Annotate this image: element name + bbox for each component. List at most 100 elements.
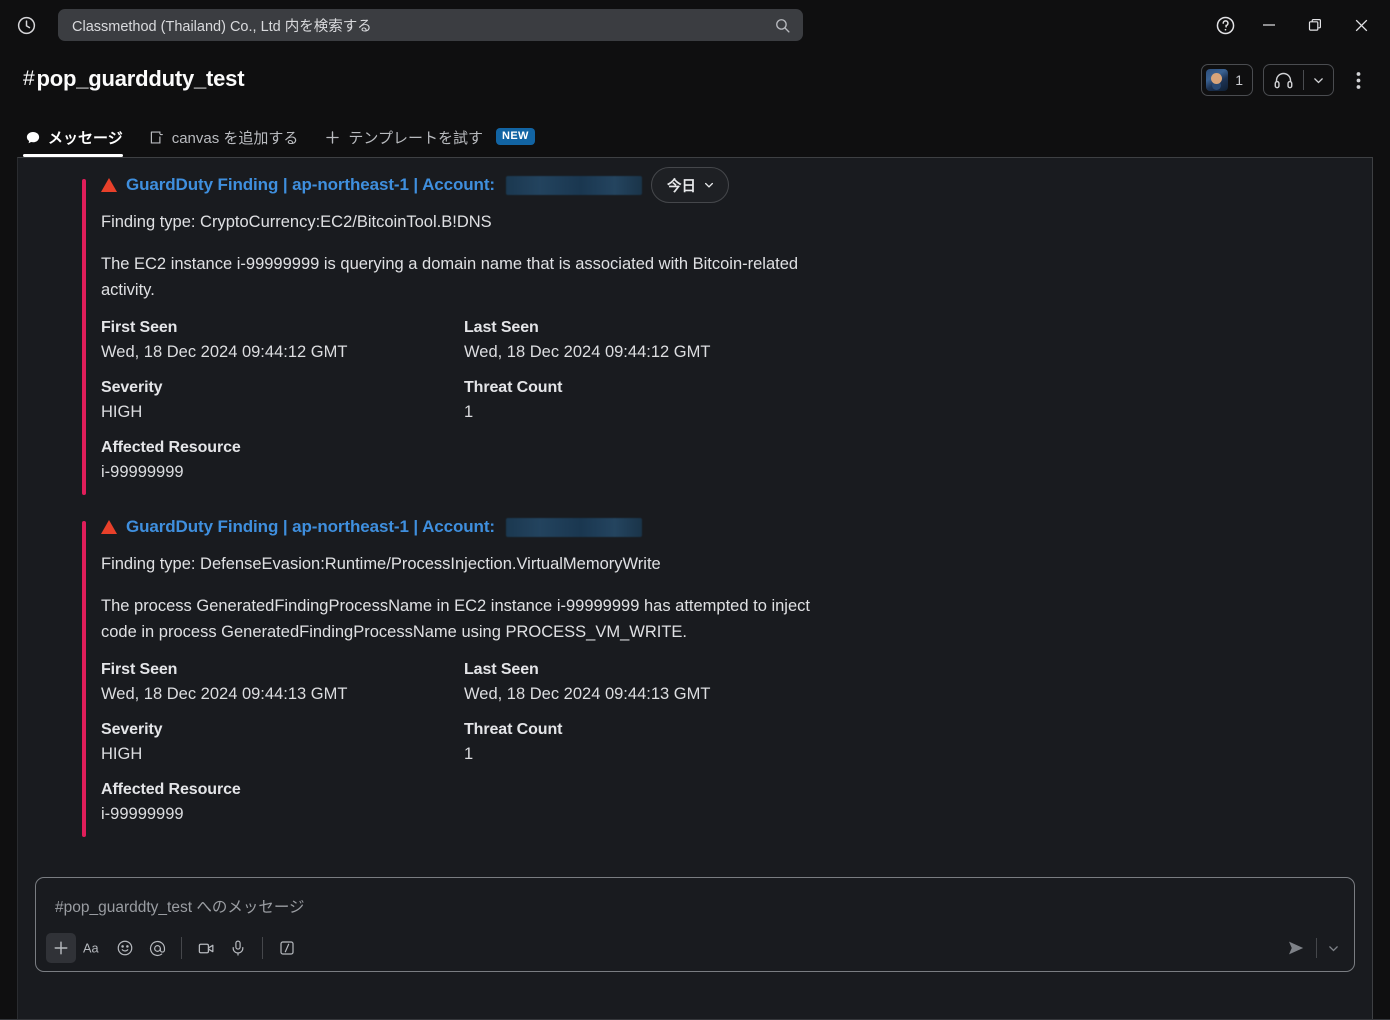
message-pane: GuardDuty Finding | ap-northeast-1 | Acc… (17, 157, 1373, 1020)
field-affected-resource: Affected Resource i-99999999 (101, 781, 1182, 825)
field-first-seen: First Seen Wed, 18 Dec 2024 09:44:13 GMT (101, 661, 464, 705)
window-controls (1204, 0, 1384, 50)
text-format-icon[interactable]: Aa (78, 933, 108, 963)
divider (262, 937, 263, 959)
attachment-fields: First Seen Wed, 18 Dec 2024 09:44:12 GMT… (101, 319, 1182, 499)
field-first-seen: First Seen Wed, 18 Dec 2024 09:44:12 GMT (101, 319, 464, 363)
attachment-title-link[interactable]: GuardDuty Finding | ap-northeast-1 | Acc… (126, 517, 495, 537)
field-value: HIGH (101, 745, 143, 763)
help-circle-icon[interactable] (1204, 3, 1246, 47)
channel-header: # pop_guardduty_test 1 メッセージ canvas を追加す… (0, 50, 1390, 157)
avatar (1206, 69, 1229, 91)
minimize-icon[interactable] (1246, 3, 1292, 47)
message-bubble-icon (25, 130, 41, 146)
composer-toolbar: Aa (46, 933, 302, 963)
channel-title[interactable]: # pop_guardduty_test (23, 50, 1390, 92)
window-title-bar: Classmethod (Thailand) Co., Ltd 内を検索する (0, 0, 1390, 50)
attachment-fields: First Seen Wed, 18 Dec 2024 09:44:13 GMT… (101, 661, 1182, 841)
composer-area: #pop_guarddty_test へのメッセージ Aa (18, 877, 1372, 1020)
plus-icon[interactable] (46, 933, 76, 963)
field-value: 1 (464, 403, 474, 421)
field-value: Wed, 18 Dec 2024 09:44:12 GMT (101, 343, 348, 361)
message-attachment: GuardDuty Finding | ap-northeast-1 | Acc… (82, 175, 1182, 499)
close-icon[interactable] (1338, 3, 1384, 47)
finding-type: Finding type: CryptoCurrency:EC2/Bitcoin… (101, 213, 492, 231)
tab-label: canvas を追加する (171, 130, 299, 147)
field-last-seen: Last Seen Wed, 18 Dec 2024 09:44:13 GMT (464, 661, 827, 705)
field-value: HIGH (101, 403, 143, 421)
search-input-value: Classmethod (Thailand) Co., Ltd 内を検索する (72, 18, 372, 35)
field-label: Severity (101, 379, 163, 396)
search-input[interactable]: Classmethod (Thailand) Co., Ltd 内を検索する (58, 9, 803, 41)
channel-header-actions: 1 (1201, 64, 1372, 96)
field-threat-count: Threat Count 1 (464, 379, 827, 423)
channel-tabs: メッセージ canvas を追加する テンプレートを試す NEW (23, 127, 547, 157)
field-value: Wed, 18 Dec 2024 09:44:13 GMT (101, 685, 348, 703)
field-threat-count: Threat Count 1 (464, 721, 827, 765)
field-severity: Severity HIGH (101, 379, 464, 423)
finding-description: The process GeneratedFindingProcessName … (101, 597, 810, 641)
message-input[interactable]: #pop_guarddty_test へのメッセージ (36, 878, 1354, 917)
warning-triangle-icon (101, 520, 117, 534)
chevron-down-icon[interactable] (1322, 933, 1344, 963)
send-icon[interactable] (1281, 933, 1311, 963)
date-divider-pill[interactable]: 今日 (651, 167, 729, 203)
chevron-down-icon[interactable] (1304, 74, 1333, 87)
field-label: Severity (101, 721, 163, 738)
member-count: 1 (1235, 72, 1243, 88)
redacted-account-id (505, 175, 642, 195)
plus-icon (324, 129, 341, 146)
finding-type: Finding type: DefenseEvasion:Runtime/Pro… (101, 555, 661, 573)
redacted-account-id (505, 517, 642, 537)
tab-try-template[interactable]: テンプレートを試す NEW (310, 127, 546, 157)
hash-icon: # (23, 67, 35, 90)
divider (1316, 938, 1317, 958)
restore-icon[interactable] (1292, 3, 1338, 47)
message-composer[interactable]: #pop_guarddty_test へのメッセージ Aa (35, 877, 1355, 972)
field-label: First Seen (101, 319, 178, 336)
canvas-icon (149, 129, 165, 146)
chevron-down-icon (703, 179, 715, 191)
more-options-button[interactable] (1344, 64, 1372, 96)
warning-triangle-icon (101, 178, 117, 192)
message-list: GuardDuty Finding | ap-northeast-1 | Acc… (18, 158, 1372, 877)
message-attachment: GuardDuty Finding | ap-northeast-1 | Acc… (82, 517, 1182, 841)
attachment-title-link[interactable]: GuardDuty Finding | ap-northeast-1 | Acc… (126, 175, 495, 195)
divider (181, 937, 182, 959)
date-divider-label: 今日 (667, 178, 696, 195)
history-clock-icon[interactable] (12, 11, 40, 39)
field-label: First Seen (101, 661, 178, 678)
field-value: i-99999999 (101, 805, 184, 823)
headphones-icon[interactable] (1264, 70, 1303, 91)
tab-messages[interactable]: メッセージ (23, 127, 135, 157)
mention-icon[interactable] (142, 933, 172, 963)
search-icon (774, 17, 791, 34)
slash-command-icon[interactable] (272, 933, 302, 963)
microphone-icon[interactable] (223, 933, 253, 963)
channel-name: pop_guardduty_test (36, 66, 245, 91)
composer-send-group (1281, 933, 1344, 963)
field-label: Affected Resource (101, 781, 241, 798)
new-badge: NEW (495, 128, 535, 145)
huddle-button[interactable] (1263, 64, 1334, 96)
field-value: Wed, 18 Dec 2024 09:44:13 GMT (464, 685, 711, 703)
emoji-icon[interactable] (110, 933, 140, 963)
field-label: Last Seen (464, 661, 539, 678)
members-button[interactable]: 1 (1201, 64, 1253, 96)
field-severity: Severity HIGH (101, 721, 464, 765)
field-label: Threat Count (464, 721, 563, 738)
tab-label: メッセージ (48, 130, 123, 147)
field-label: Last Seen (464, 319, 539, 336)
field-label: Affected Resource (101, 439, 241, 456)
field-value: 1 (464, 745, 474, 763)
field-last-seen: Last Seen Wed, 18 Dec 2024 09:44:12 GMT (464, 319, 827, 363)
field-value: Wed, 18 Dec 2024 09:44:12 GMT (464, 343, 711, 361)
field-value: i-99999999 (101, 463, 184, 481)
field-affected-resource: Affected Resource i-99999999 (101, 439, 1182, 483)
svg-text:Aa: Aa (83, 941, 99, 956)
tab-add-canvas[interactable]: canvas を追加する (135, 127, 311, 157)
tab-label: テンプレートを試す (348, 130, 483, 147)
finding-description: The EC2 instance i-99999999 is querying … (101, 255, 799, 299)
attachment-title-row: GuardDuty Finding | ap-northeast-1 | Acc… (101, 517, 1182, 537)
video-icon[interactable] (191, 933, 221, 963)
